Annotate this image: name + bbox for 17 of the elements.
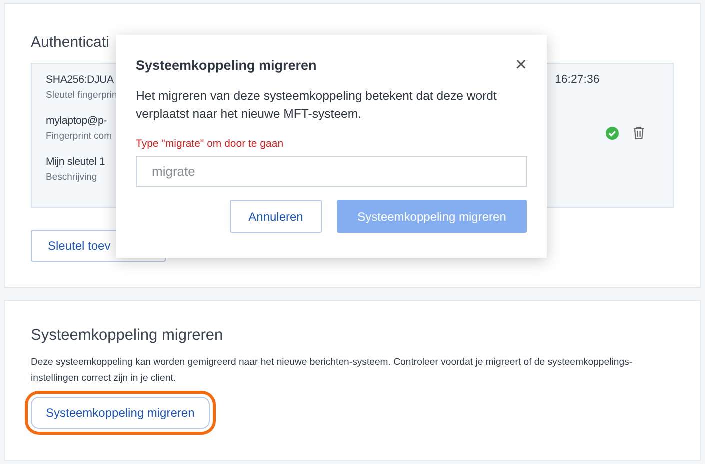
key-label: Beschrijving [46,172,98,183]
dialog-message: Het migreren van deze systeemkoppeling betekent dat deze wordt verplaatst naar het nieuwe MFT-systeem. [136,88,498,123]
field-label: Type "migrate" om door te gaan [136,138,285,150]
close-button[interactable]: × [515,55,527,75]
key-label: Fingerprint com [46,131,113,142]
section-title: Authenticati [31,34,110,51]
cancel-button[interactable]: Annuleren [230,200,322,233]
section-description: Deze systeemkoppeling kan worden gemigreerd naar het nieuwe berichten-systeem. Controleer voordat je migreert of de systeemkoppelings-instellingen correct zijn in je client. [31,356,634,386]
key-value: SHA256:DJUA [46,74,115,86]
input-field[interactable]: migrate [136,156,527,187]
trash-icon[interactable] [633,126,645,140]
key-value: mylaptop@p- [46,115,108,127]
dialog-title: Systeemkoppeling migreren [136,58,317,72]
key-label: Sleutel fingerprin [46,90,118,101]
key-value: Mijn sleutel 1 [46,156,106,168]
section-title: Systeemkoppeling migreren [31,327,224,345]
timestamp: 16:27:36 [555,74,600,86]
